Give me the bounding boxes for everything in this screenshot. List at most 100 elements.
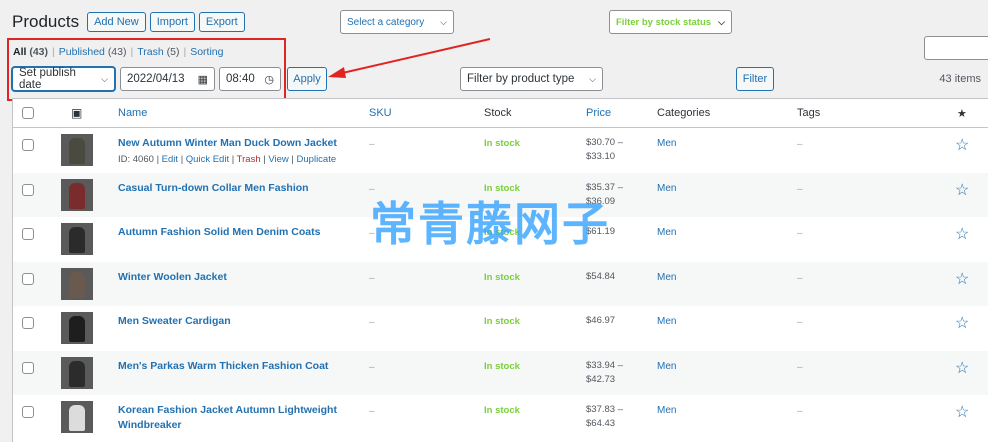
product-name-link[interactable]: Men's Parkas Warm Thicken Fashion Coat xyxy=(118,359,338,374)
stock-status: In stock xyxy=(484,405,520,416)
duplicate-link[interactable]: Duplicate xyxy=(297,154,337,165)
table-header: ▣ Name SKU Stock Price Categories Tags ★ xyxy=(13,99,988,128)
product-tags: – xyxy=(797,139,803,150)
product-thumbnail[interactable] xyxy=(61,134,93,166)
row-checkbox[interactable] xyxy=(22,361,34,374)
featured-star-icon[interactable]: ☆ xyxy=(955,313,969,333)
product-thumbnail-garment xyxy=(69,182,85,209)
product-thumbnail-garment xyxy=(69,227,85,253)
action-separator: | xyxy=(180,154,184,165)
product-sku: – xyxy=(369,361,375,373)
row-checkbox[interactable] xyxy=(22,139,34,151)
search-input[interactable] xyxy=(924,36,988,60)
edit-link[interactable]: Edit xyxy=(162,154,178,165)
column-categories: Categories xyxy=(657,107,711,119)
category-select-label: Select a category xyxy=(347,16,425,28)
product-tags: – xyxy=(797,272,803,284)
product-thumbnail-garment xyxy=(69,405,85,431)
product-sku: – xyxy=(369,317,375,328)
product-thumbnail-garment xyxy=(69,360,85,387)
product-category-link[interactable]: Men xyxy=(657,227,676,238)
product-tags: – xyxy=(797,183,803,195)
items-count: 43 items xyxy=(939,73,981,85)
export-button[interactable]: Export xyxy=(198,12,245,32)
product-tags: – xyxy=(797,317,803,328)
featured-star-icon[interactable]: ☆ xyxy=(955,224,969,244)
row-actions: ID: 4060 | Edit | Quick Edit | Trash | V… xyxy=(118,154,336,165)
product-category-link[interactable]: Men xyxy=(657,138,676,149)
product-name-link[interactable]: Winter Woolen Jacket xyxy=(118,270,338,285)
table-row: Men Sweater Cardigan – In stock $46.97 M… xyxy=(13,306,988,351)
import-button[interactable]: Import xyxy=(149,12,195,32)
page-title: Products xyxy=(12,12,80,31)
trash-link[interactable]: Trash xyxy=(237,154,261,165)
category-select[interactable]: Select a category ⌵ xyxy=(340,10,454,34)
product-tags: – xyxy=(797,406,803,417)
row-checkbox[interactable] xyxy=(22,228,34,240)
product-tags: – xyxy=(797,228,803,239)
product-thumbnail-garment xyxy=(69,138,85,164)
stock-status: In stock xyxy=(484,271,520,283)
product-name-link[interactable]: New Autumn Winter Man Duck Down Jacket xyxy=(118,136,338,151)
stock-status: In stock xyxy=(484,360,520,372)
product-category-link[interactable]: Men xyxy=(657,361,676,372)
product-price: $30.70 – $33.10 xyxy=(586,137,623,162)
product-category-link[interactable]: Men xyxy=(657,316,676,327)
column-sku[interactable]: SKU xyxy=(369,107,392,119)
action-separator: | xyxy=(156,154,160,165)
table-row: Winter Woolen Jacket – In stock $54.84 M… xyxy=(13,261,988,306)
product-thumbnail[interactable] xyxy=(61,312,93,344)
add-new-button[interactable]: Add New xyxy=(87,12,146,32)
action-separator: | xyxy=(263,154,266,165)
column-featured-star-icon[interactable]: ★ xyxy=(957,107,967,120)
row-checkbox[interactable] xyxy=(22,406,34,418)
action-separator: | xyxy=(291,154,294,165)
stock-status: In stock xyxy=(484,316,520,327)
product-category-link[interactable]: Men xyxy=(657,272,676,283)
products-table: ▣ Name SKU Stock Price Categories Tags ★… xyxy=(12,98,988,442)
product-sku: – xyxy=(369,406,375,417)
product-name-link[interactable]: Korean Fashion Jacket Autumn Lightweight… xyxy=(118,403,338,433)
stock-status: In stock xyxy=(484,138,520,149)
image-column-icon: ▣ xyxy=(71,106,83,120)
column-stock: Stock xyxy=(484,107,512,119)
stock-status-select[interactable]: Filter by stock status ⌵ xyxy=(609,10,732,34)
row-checkbox[interactable] xyxy=(22,183,34,196)
watermark: 常青藤网子 xyxy=(370,197,610,251)
product-thumbnail[interactable] xyxy=(61,356,93,389)
product-category-link[interactable]: Men xyxy=(657,405,676,416)
quick-edit-link[interactable]: Quick Edit xyxy=(186,154,229,165)
view-link[interactable]: View xyxy=(268,154,288,165)
stock-status-select-label: Filter by stock status xyxy=(616,16,712,28)
filter-button[interactable]: Filter xyxy=(736,67,774,91)
product-thumbnail-garment xyxy=(69,271,85,298)
select-all-checkbox[interactable] xyxy=(22,107,34,119)
product-thumbnail[interactable] xyxy=(61,401,93,433)
featured-star-icon[interactable]: ☆ xyxy=(955,358,969,378)
chevron-down-icon: ⌵ xyxy=(589,73,596,84)
product-name-link[interactable]: Casual Turn-down Collar Men Fashion xyxy=(118,181,338,196)
featured-star-icon[interactable]: ☆ xyxy=(955,135,969,155)
product-price: $46.97 xyxy=(586,315,616,326)
column-price[interactable]: Price xyxy=(586,107,611,119)
product-price: $37.83 – $64.43 xyxy=(586,404,623,429)
product-tags: – xyxy=(797,361,803,373)
featured-star-icon[interactable]: ☆ xyxy=(955,180,969,200)
product-sku: – xyxy=(369,139,375,150)
chevron-down-icon: ⌵ xyxy=(718,16,725,27)
column-name[interactable]: Name xyxy=(118,107,147,119)
product-name-link[interactable]: Autumn Fashion Solid Men Denim Coats xyxy=(118,225,338,240)
featured-star-icon[interactable]: ☆ xyxy=(955,269,969,289)
row-checkbox[interactable] xyxy=(22,317,34,329)
product-thumbnail[interactable] xyxy=(61,223,93,255)
product-id: ID: 4060 xyxy=(118,154,154,165)
product-price: $54.84 xyxy=(586,270,616,282)
product-category-link[interactable]: Men xyxy=(657,183,676,194)
row-checkbox[interactable] xyxy=(22,272,34,285)
product-thumbnail[interactable] xyxy=(61,178,93,211)
product-thumbnail[interactable] xyxy=(61,267,93,300)
product-thumbnail-garment xyxy=(69,316,85,342)
product-name-link[interactable]: Men Sweater Cardigan xyxy=(118,314,338,329)
featured-star-icon[interactable]: ☆ xyxy=(955,402,969,422)
annotation-highlight-box xyxy=(7,38,286,101)
